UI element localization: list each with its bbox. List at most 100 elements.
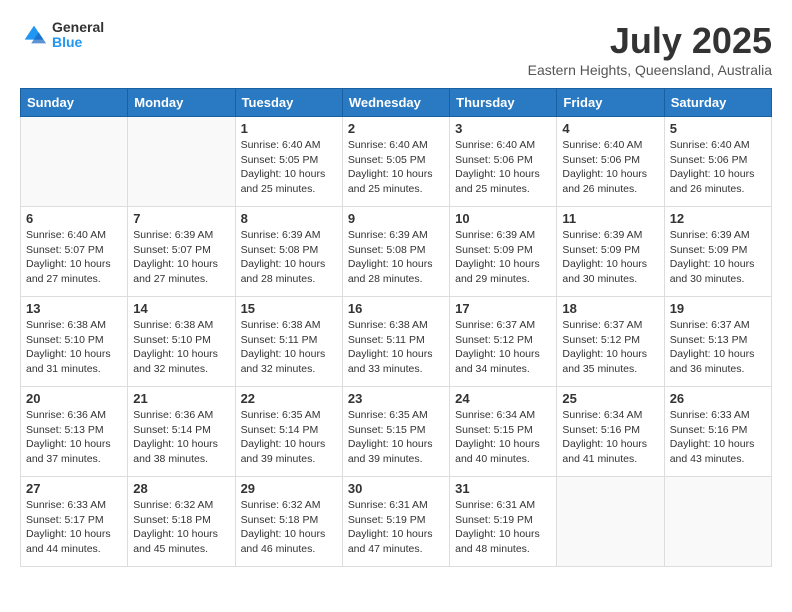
day-number: 10 xyxy=(455,211,551,226)
day-number: 15 xyxy=(241,301,337,316)
logo: General Blue xyxy=(20,20,104,51)
calendar-cell: 24 Sunrise: 6:34 AM Sunset: 5:15 PM Dayli… xyxy=(450,387,557,477)
header-sunday: Sunday xyxy=(21,89,128,117)
calendar-cell xyxy=(128,117,235,207)
calendar-cell: 14 Sunrise: 6:38 AM Sunset: 5:10 PM Dayli… xyxy=(128,297,235,387)
day-number: 24 xyxy=(455,391,551,406)
day-number: 19 xyxy=(670,301,766,316)
day-number: 14 xyxy=(133,301,229,316)
header-tuesday: Tuesday xyxy=(235,89,342,117)
day-info: Sunrise: 6:37 AM Sunset: 5:12 PM Dayligh… xyxy=(562,318,658,377)
header-thursday: Thursday xyxy=(450,89,557,117)
calendar-cell: 21 Sunrise: 6:36 AM Sunset: 5:14 PM Dayli… xyxy=(128,387,235,477)
day-number: 31 xyxy=(455,481,551,496)
day-info: Sunrise: 6:39 AM Sunset: 5:09 PM Dayligh… xyxy=(455,228,551,287)
header-monday: Monday xyxy=(128,89,235,117)
calendar-cell: 22 Sunrise: 6:35 AM Sunset: 5:14 PM Dayli… xyxy=(235,387,342,477)
day-info: Sunrise: 6:35 AM Sunset: 5:15 PM Dayligh… xyxy=(348,408,444,467)
calendar-cell: 4 Sunrise: 6:40 AM Sunset: 5:06 PM Daylig… xyxy=(557,117,664,207)
day-info: Sunrise: 6:40 AM Sunset: 5:07 PM Dayligh… xyxy=(26,228,122,287)
day-info: Sunrise: 6:34 AM Sunset: 5:16 PM Dayligh… xyxy=(562,408,658,467)
calendar-cell: 12Sunrise: 6:39 AM Sunset: 5:09 PM Dayli… xyxy=(664,207,771,297)
title-area: July 2025 Eastern Heights, Queensland, A… xyxy=(528,20,772,78)
calendar: SundayMondayTuesdayWednesdayThursdayFrid… xyxy=(20,88,772,567)
week-row-3: 13Sunrise: 6:38 AM Sunset: 5:10 PM Dayli… xyxy=(21,297,772,387)
calendar-cell: 26 Sunrise: 6:33 AM Sunset: 5:16 PM Dayli… xyxy=(664,387,771,477)
day-info: Sunrise: 6:32 AM Sunset: 5:18 PM Dayligh… xyxy=(133,498,229,557)
logo-icon xyxy=(20,21,48,49)
logo-general: General xyxy=(52,20,104,35)
day-info: Sunrise: 6:33 AM Sunset: 5:16 PM Dayligh… xyxy=(670,408,766,467)
day-info: Sunrise: 6:36 AM Sunset: 5:13 PM Dayligh… xyxy=(26,408,122,467)
calendar-cell: 23Sunrise: 6:35 AM Sunset: 5:15 PM Dayli… xyxy=(342,387,449,477)
day-info: Sunrise: 6:38 AM Sunset: 5:11 PM Dayligh… xyxy=(348,318,444,377)
day-number: 29 xyxy=(241,481,337,496)
day-number: 20 xyxy=(26,391,122,406)
calendar-cell: 16 Sunrise: 6:38 AM Sunset: 5:11 PM Dayli… xyxy=(342,297,449,387)
calendar-cell: 2 Sunrise: 6:40 AM Sunset: 5:05 PM Daylig… xyxy=(342,117,449,207)
calendar-cell xyxy=(21,117,128,207)
calendar-cell: 11 Sunrise: 6:39 AM Sunset: 5:09 PM Dayli… xyxy=(557,207,664,297)
day-number: 28 xyxy=(133,481,229,496)
week-row-5: 27 Sunrise: 6:33 AM Sunset: 5:17 PM Dayli… xyxy=(21,477,772,567)
day-info: Sunrise: 6:35 AM Sunset: 5:14 PM Dayligh… xyxy=(241,408,337,467)
calendar-cell xyxy=(664,477,771,567)
logo-text: General Blue xyxy=(52,20,104,51)
calendar-cell: 19 Sunrise: 6:37 AM Sunset: 5:13 PM Dayli… xyxy=(664,297,771,387)
week-row-1: 1Sunrise: 6:40 AM Sunset: 5:05 PM Daylig… xyxy=(21,117,772,207)
day-number: 27 xyxy=(26,481,122,496)
day-number: 12 xyxy=(670,211,766,226)
calendar-header-row: SundayMondayTuesdayWednesdayThursdayFrid… xyxy=(21,89,772,117)
calendar-cell: 7Sunrise: 6:39 AM Sunset: 5:07 PM Daylig… xyxy=(128,207,235,297)
day-info: Sunrise: 6:38 AM Sunset: 5:11 PM Dayligh… xyxy=(241,318,337,377)
header-friday: Friday xyxy=(557,89,664,117)
day-number: 17 xyxy=(455,301,551,316)
day-number: 16 xyxy=(348,301,444,316)
header-saturday: Saturday xyxy=(664,89,771,117)
day-number: 30 xyxy=(348,481,444,496)
day-info: Sunrise: 6:33 AM Sunset: 5:17 PM Dayligh… xyxy=(26,498,122,557)
day-info: Sunrise: 6:34 AM Sunset: 5:15 PM Dayligh… xyxy=(455,408,551,467)
calendar-cell: 9Sunrise: 6:39 AM Sunset: 5:08 PM Daylig… xyxy=(342,207,449,297)
title-location: Eastern Heights, Queensland, Australia xyxy=(528,62,772,78)
day-info: Sunrise: 6:40 AM Sunset: 5:05 PM Dayligh… xyxy=(241,138,337,197)
header: General Blue July 2025 Eastern Heights, … xyxy=(20,20,772,78)
day-number: 22 xyxy=(241,391,337,406)
calendar-cell: 30Sunrise: 6:31 AM Sunset: 5:19 PM Dayli… xyxy=(342,477,449,567)
day-info: Sunrise: 6:38 AM Sunset: 5:10 PM Dayligh… xyxy=(26,318,122,377)
calendar-cell: 18Sunrise: 6:37 AM Sunset: 5:12 PM Dayli… xyxy=(557,297,664,387)
calendar-cell: 1Sunrise: 6:40 AM Sunset: 5:05 PM Daylig… xyxy=(235,117,342,207)
calendar-cell: 28 Sunrise: 6:32 AM Sunset: 5:18 PM Dayli… xyxy=(128,477,235,567)
week-row-2: 6 Sunrise: 6:40 AM Sunset: 5:07 PM Daylig… xyxy=(21,207,772,297)
calendar-cell: 8Sunrise: 6:39 AM Sunset: 5:08 PM Daylig… xyxy=(235,207,342,297)
calendar-cell: 6 Sunrise: 6:40 AM Sunset: 5:07 PM Daylig… xyxy=(21,207,128,297)
day-info: Sunrise: 6:36 AM Sunset: 5:14 PM Dayligh… xyxy=(133,408,229,467)
day-info: Sunrise: 6:38 AM Sunset: 5:10 PM Dayligh… xyxy=(133,318,229,377)
day-number: 25 xyxy=(562,391,658,406)
day-info: Sunrise: 6:40 AM Sunset: 5:06 PM Dayligh… xyxy=(670,138,766,197)
day-number: 21 xyxy=(133,391,229,406)
day-info: Sunrise: 6:40 AM Sunset: 5:05 PM Dayligh… xyxy=(348,138,444,197)
calendar-cell: 25 Sunrise: 6:34 AM Sunset: 5:16 PM Dayli… xyxy=(557,387,664,477)
calendar-cell: 31 Sunrise: 6:31 AM Sunset: 5:19 PM Dayli… xyxy=(450,477,557,567)
day-info: Sunrise: 6:37 AM Sunset: 5:12 PM Dayligh… xyxy=(455,318,551,377)
day-number: 2 xyxy=(348,121,444,136)
calendar-cell xyxy=(557,477,664,567)
day-info: Sunrise: 6:31 AM Sunset: 5:19 PM Dayligh… xyxy=(455,498,551,557)
day-info: Sunrise: 6:37 AM Sunset: 5:13 PM Dayligh… xyxy=(670,318,766,377)
day-info: Sunrise: 6:39 AM Sunset: 5:07 PM Dayligh… xyxy=(133,228,229,287)
day-number: 6 xyxy=(26,211,122,226)
day-info: Sunrise: 6:39 AM Sunset: 5:08 PM Dayligh… xyxy=(241,228,337,287)
day-info: Sunrise: 6:39 AM Sunset: 5:09 PM Dayligh… xyxy=(562,228,658,287)
day-number: 9 xyxy=(348,211,444,226)
logo-blue: Blue xyxy=(52,35,104,50)
day-info: Sunrise: 6:40 AM Sunset: 5:06 PM Dayligh… xyxy=(455,138,551,197)
day-info: Sunrise: 6:40 AM Sunset: 5:06 PM Dayligh… xyxy=(562,138,658,197)
day-number: 4 xyxy=(562,121,658,136)
calendar-cell: 15 Sunrise: 6:38 AM Sunset: 5:11 PM Dayli… xyxy=(235,297,342,387)
day-number: 26 xyxy=(670,391,766,406)
day-number: 11 xyxy=(562,211,658,226)
header-wednesday: Wednesday xyxy=(342,89,449,117)
calendar-cell: 17 Sunrise: 6:37 AM Sunset: 5:12 PM Dayli… xyxy=(450,297,557,387)
day-number: 3 xyxy=(455,121,551,136)
